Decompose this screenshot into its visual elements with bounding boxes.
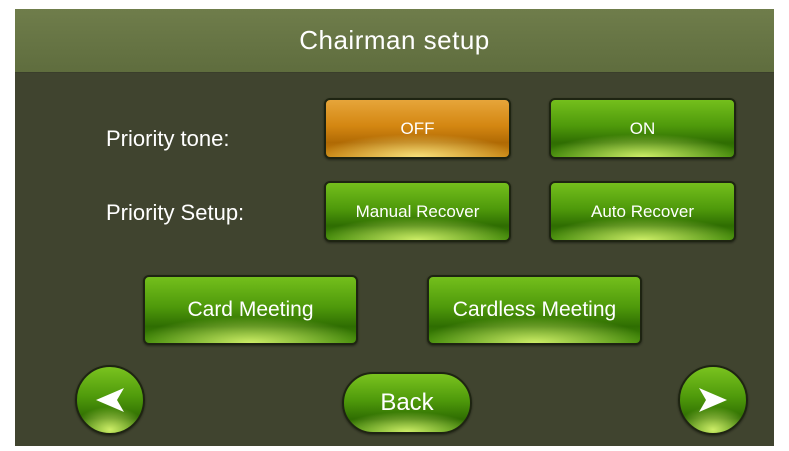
priority-tone-on-label: ON	[629, 118, 656, 138]
priority-tone-label: Priority tone:	[106, 126, 230, 151]
priority-setup-label: Priority Setup:	[106, 200, 245, 225]
card-meeting-button[interactable]: Card Meeting	[143, 275, 358, 345]
auto-recover-label: Auto Recover	[591, 201, 694, 221]
priority-tone-on-button[interactable]: ON	[549, 98, 736, 159]
back-label: Back	[380, 389, 434, 416]
card-meeting-label: Card Meeting	[187, 298, 314, 321]
page-title: Chairman setup	[299, 25, 490, 55]
cardless-meeting-button[interactable]: Cardless Meeting	[427, 275, 642, 345]
manual-recover-button[interactable]: Manual Recover	[324, 181, 511, 242]
previous-page-button[interactable]	[75, 365, 145, 435]
title-bar: Chairman setup	[15, 9, 774, 73]
manual-recover-label: Manual Recover	[355, 201, 480, 221]
priority-tone-off-button[interactable]: OFF	[324, 98, 511, 159]
right-arrow-icon	[699, 388, 727, 412]
next-page-button[interactable]	[678, 365, 748, 435]
priority-tone-off-label: OFF	[400, 118, 435, 138]
chairman-setup-screen: Chairman setup Priority tone: OFF ON Pri…	[15, 9, 774, 446]
cardless-meeting-label: Cardless Meeting	[452, 298, 617, 321]
left-arrow-icon	[96, 388, 124, 412]
back-button[interactable]: Back	[342, 372, 472, 434]
auto-recover-button[interactable]: Auto Recover	[549, 181, 736, 242]
